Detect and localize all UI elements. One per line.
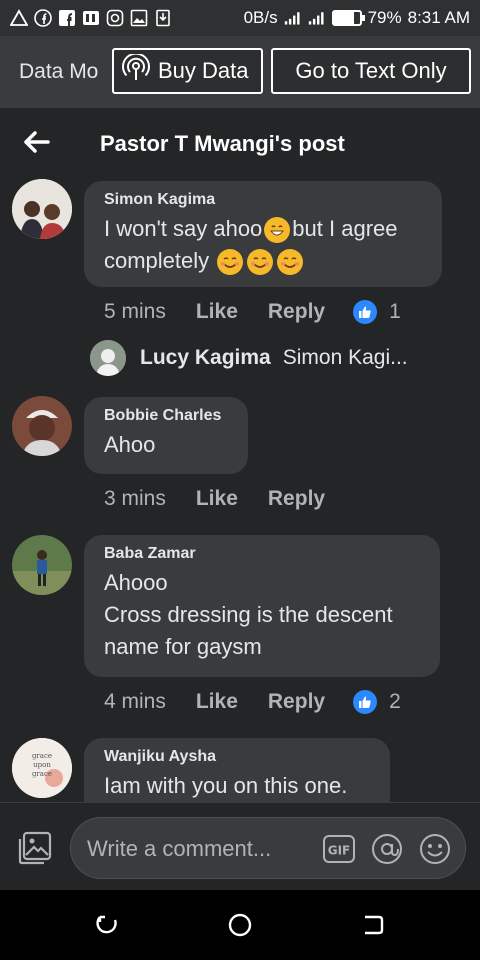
- reaction-count-value: 2: [389, 690, 401, 713]
- instagram-icon: [106, 9, 124, 27]
- comment-composer: Write a comment... GIF: [0, 802, 480, 890]
- comment-placeholder: Write a comment...: [87, 836, 272, 861]
- reply-button[interactable]: Reply: [268, 300, 325, 324]
- thumbs-up-icon: [353, 300, 378, 324]
- signal-icon-2: [308, 9, 326, 27]
- comment-actions: 5 mins Like Reply 1: [104, 300, 401, 324]
- reply-preview[interactable]: Lucy Kagima Simon Kagi...: [90, 340, 408, 376]
- comment-text: Iam with you on this one.: [104, 773, 348, 798]
- reply-button[interactable]: Reply: [268, 487, 325, 511]
- facebook-circle-icon: [34, 9, 52, 27]
- text-only-label: Go to Text Only: [295, 58, 447, 83]
- photo-icon[interactable]: [16, 829, 54, 867]
- avatar-lucy-kagima: [90, 340, 126, 376]
- avatar-baba-zamar[interactable]: [12, 535, 72, 595]
- buy-data-button[interactable]: Buy Data: [112, 48, 263, 94]
- like-button[interactable]: Like: [196, 487, 238, 511]
- data-mode-bar: Data Mo Buy Data Go to Text Only: [0, 36, 480, 108]
- back-arrow-icon[interactable]: [22, 128, 50, 156]
- comment-text-part: I won't say ahoo: [104, 216, 263, 241]
- app-icon: [82, 9, 100, 27]
- network-speed: 0B/s: [243, 8, 278, 27]
- clock: 8:31 AM: [407, 8, 470, 27]
- smile-emoji-icon: [217, 249, 244, 276]
- warning-icon: [10, 9, 28, 27]
- status-bar: 0B/s 79% 8:31 AM: [0, 0, 480, 36]
- svg-text:GIF: GIF: [328, 844, 351, 858]
- commenter-name[interactable]: Simon Kagima: [104, 191, 422, 209]
- smile-emoji-icon: [247, 249, 274, 276]
- comment-bubble[interactable]: Bobbie Charles Ahoo: [84, 397, 248, 474]
- facebook-icon: [58, 9, 76, 27]
- comment-actions: 3 mins Like Reply: [104, 487, 325, 511]
- comment-time: 3 mins: [104, 487, 166, 510]
- signal-icon: [284, 9, 302, 27]
- emoji-icon[interactable]: [419, 833, 451, 865]
- comment-text-part: Ahooo: [104, 570, 168, 595]
- avatar-logo-text: grace: [32, 770, 52, 778]
- avatar-bobbie-charles[interactable]: [12, 396, 72, 456]
- system-status: 0B/s 79% 8:31 AM: [244, 8, 470, 28]
- gif-icon[interactable]: GIF: [323, 835, 355, 863]
- comment-bubble[interactable]: Baba Zamar Ahooo Cross dressing is the d…: [84, 535, 440, 677]
- reply-author: Lucy Kagima: [140, 346, 271, 369]
- thumbs-up-icon: [353, 690, 378, 714]
- comment-actions: 4 mins Like Reply 2: [104, 690, 401, 714]
- comment-text-part: but I agree: [292, 216, 398, 241]
- avatar-logo-text: upon: [33, 761, 51, 769]
- grin-emoji-icon: [264, 217, 291, 244]
- comment-text-part: completely: [104, 248, 210, 273]
- back-icon[interactable]: [360, 912, 386, 938]
- mention-icon[interactable]: [371, 833, 403, 865]
- comment-text: Ahooo Cross dressing is the descent name…: [104, 567, 420, 663]
- commenter-name[interactable]: Wanjiku Aysha: [104, 748, 370, 766]
- download-icon: [154, 9, 172, 27]
- android-nav-bar: [0, 890, 480, 960]
- commenter-name[interactable]: Bobbie Charles: [104, 407, 228, 425]
- reaction-count-value: 1: [389, 300, 401, 323]
- comment-text: I won't say ahoo but I agree completely: [104, 213, 422, 277]
- avatar-logo-text: grace: [32, 752, 52, 760]
- comment-time: 5 mins: [104, 300, 166, 323]
- comment-time: 4 mins: [104, 690, 166, 713]
- reply-snippet: Simon Kagi...: [282, 346, 408, 369]
- like-button[interactable]: Like: [196, 300, 238, 324]
- comment-text: Ahoo: [104, 432, 156, 457]
- reaction-count[interactable]: 1: [353, 300, 401, 324]
- gallery-icon: [130, 9, 148, 27]
- home-icon[interactable]: [227, 912, 253, 938]
- page-title: Pastor T Mwangi's post: [100, 131, 345, 156]
- buy-data-label: Buy Data: [158, 58, 249, 83]
- avatar-wanjiku-aysha[interactable]: grace upon grace: [12, 738, 72, 798]
- battery-percent: 79%: [367, 8, 402, 27]
- comment-text-part: Cross dressing is the descent: [104, 602, 393, 627]
- comment-input[interactable]: Write a comment... GIF: [70, 817, 466, 879]
- battery-icon: [331, 10, 365, 26]
- reply-button[interactable]: Reply: [268, 690, 325, 714]
- smile-emoji-icon: [277, 249, 304, 276]
- text-only-button[interactable]: Go to Text Only: [271, 48, 471, 94]
- post-header: Pastor T Mwangi's post: [0, 108, 480, 178]
- avatar-simon-kagima[interactable]: [12, 179, 72, 239]
- like-button[interactable]: Like: [196, 690, 238, 714]
- data-mode-label[interactable]: Data Mo: [19, 60, 119, 84]
- commenter-name[interactable]: Baba Zamar: [104, 545, 420, 563]
- comment-bubble[interactable]: Simon Kagima I won't say ahoo but I agree…: [84, 181, 442, 287]
- recent-apps-icon[interactable]: [94, 912, 120, 938]
- notification-icons: [10, 9, 172, 27]
- comment-text-part: name for gaysm: [104, 634, 262, 659]
- broadcast-icon: [122, 52, 150, 88]
- reaction-count[interactable]: 2: [353, 690, 401, 714]
- battery-fill: [333, 12, 355, 24]
